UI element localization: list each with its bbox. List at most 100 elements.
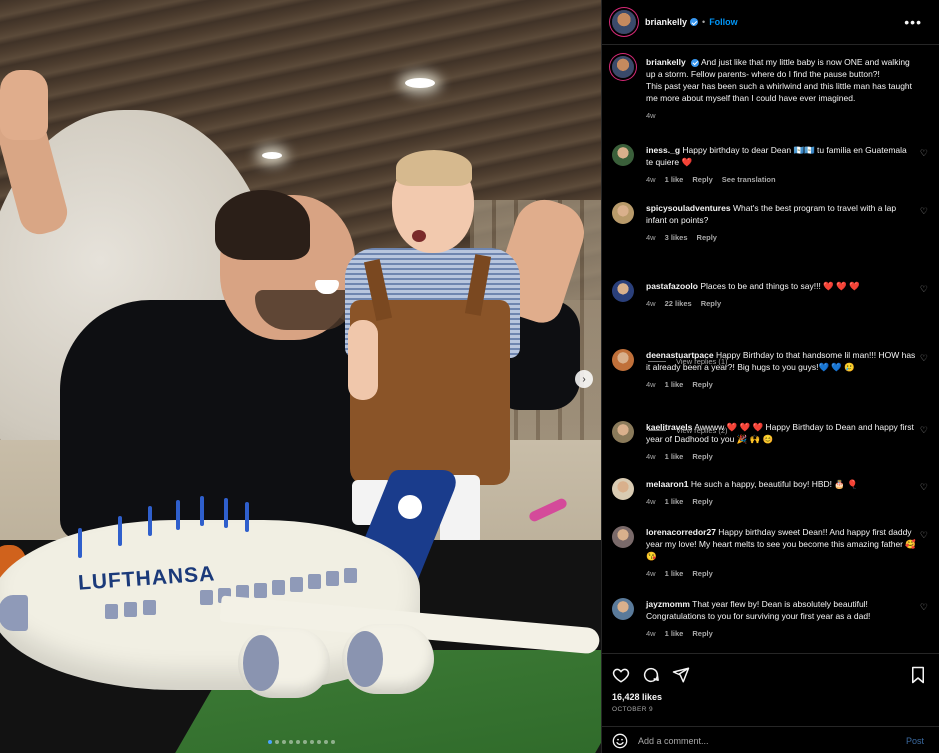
avatar[interactable] <box>612 144 634 166</box>
reply-button[interactable]: Reply <box>692 380 712 389</box>
comment-like-heart-icon[interactable]: ♡ <box>920 482 928 493</box>
separator-dot: • <box>702 17 706 27</box>
reply-button[interactable]: Reply <box>692 452 712 461</box>
header-username[interactable]: briankelly <box>645 17 687 27</box>
comment-body: deenastuartpace Happy Birthday to that h… <box>646 349 916 391</box>
comment-input[interactable] <box>638 735 888 746</box>
carousel-dot <box>275 740 279 744</box>
comment-like-heart-icon[interactable]: ♡ <box>920 602 928 613</box>
engine-intake <box>347 631 383 687</box>
comment-username[interactable]: melaaron1 <box>646 479 689 489</box>
caption-meta: 4w <box>646 110 916 122</box>
comment-likes[interactable]: 1 like <box>665 569 684 578</box>
verified-badge-icon <box>691 58 700 67</box>
baby-mouth <box>412 230 426 242</box>
avatar[interactable] <box>612 526 634 548</box>
comment-username[interactable]: jayzmomm <box>646 599 690 609</box>
comment-row: deenastuartpace Happy Birthday to that h… <box>612 349 932 391</box>
comment-likes[interactable]: 1 like <box>665 380 684 389</box>
caption-text: And just like that my little baby is now… <box>646 57 913 103</box>
comment-like-heart-icon[interactable]: ♡ <box>920 353 928 364</box>
likes-count[interactable]: 16,428 likes <box>612 692 662 702</box>
avatar[interactable] <box>612 598 634 620</box>
comment-body: pastafazoolo Places to be and things to … <box>646 280 916 310</box>
comment-time: 4w <box>646 175 656 184</box>
reply-button[interactable]: Reply <box>692 175 712 184</box>
comment-icon[interactable] <box>642 666 660 684</box>
comment-row: melaaron1 He such a happy, beautiful boy… <box>612 478 932 508</box>
comment-meta: 4w 3 likes Reply <box>646 232 916 244</box>
comment-text: Happy birthday to dear Dean 🇬🇹🇬🇹 tu fami… <box>646 145 907 167</box>
avatar[interactable] <box>612 56 634 78</box>
comment-body: melaaron1 He such a happy, beautiful boy… <box>646 478 916 508</box>
comment-like-heart-icon[interactable]: ♡ <box>920 206 928 217</box>
comment-username[interactable]: spicysouladventures <box>646 203 731 213</box>
more-options-icon[interactable]: ••• <box>904 14 922 30</box>
candle <box>78 528 82 558</box>
carousel-dot <box>296 740 300 744</box>
follow-button[interactable]: Follow <box>709 17 738 27</box>
man-hair <box>215 190 310 260</box>
comment-likes[interactable]: 3 likes <box>665 233 688 242</box>
ceiling-light <box>262 152 282 159</box>
reply-button[interactable]: Reply <box>697 233 717 242</box>
carousel-dots <box>268 740 335 744</box>
carousel-dot <box>317 740 321 744</box>
avatar[interactable] <box>612 280 634 302</box>
cake-window <box>308 574 321 589</box>
comment-like-heart-icon[interactable]: ♡ <box>920 284 928 295</box>
share-icon[interactable] <box>672 666 690 684</box>
candle <box>224 498 228 528</box>
add-comment-bar: Post <box>602 726 939 753</box>
reply-button[interactable]: Reply <box>692 629 712 638</box>
avatar[interactable] <box>612 349 634 371</box>
caption-time: 4w <box>646 111 656 120</box>
reply-button[interactable]: Reply <box>692 569 712 578</box>
avatar[interactable] <box>612 202 634 224</box>
post-actions: 16,428 likes OCTOBER 9 Post <box>602 653 939 753</box>
post-header: briankelly • Follow ••• <box>602 0 939 45</box>
candle <box>148 506 152 536</box>
see-translation-button[interactable]: See translation <box>722 175 776 184</box>
caption: briankelly And just like that my little … <box>612 56 932 122</box>
cake-window <box>143 600 156 615</box>
comment-like-heart-icon[interactable]: ♡ <box>920 530 928 541</box>
comment-time: 4w <box>646 380 656 389</box>
caption-username[interactable]: briankelly <box>646 57 686 67</box>
comment-likes[interactable]: 1 like <box>665 629 684 638</box>
avatar[interactable] <box>612 478 634 500</box>
reply-button[interactable]: Reply <box>692 497 712 506</box>
comment-like-heart-icon[interactable]: ♡ <box>920 148 928 159</box>
comment-username[interactable]: iness._g <box>646 145 680 155</box>
bookmark-icon[interactable] <box>910 666 926 684</box>
carousel-dot <box>310 740 314 744</box>
comment-likes[interactable]: 22 likes <box>665 299 692 308</box>
post-button[interactable]: Post <box>906 736 924 746</box>
avatar[interactable] <box>612 421 634 443</box>
heart-icon[interactable] <box>612 666 630 684</box>
comment-username[interactable]: lorenacorredor27 <box>646 527 716 537</box>
emoji-icon[interactable] <box>612 733 628 749</box>
comment-likes[interactable]: 1 like <box>665 175 684 184</box>
comments-list[interactable]: briankelly And just like that my little … <box>602 46 939 653</box>
view-replies-button[interactable]: View replies (2) <box>648 426 728 435</box>
view-replies-button[interactable]: View replies (1) <box>648 357 728 366</box>
comment-like-heart-icon[interactable]: ♡ <box>920 425 928 436</box>
baby-hair <box>396 150 472 186</box>
post-photo[interactable]: LUFTHANSA › <box>0 0 601 753</box>
comment-likes[interactable]: 1 like <box>665 497 684 506</box>
comment-likes[interactable]: 1 like <box>665 452 684 461</box>
cake-window <box>200 590 213 605</box>
comment-username[interactable]: pastafazoolo <box>646 281 698 291</box>
cake-window <box>124 602 137 617</box>
comment-meta: 4w 1 like Reply <box>646 496 916 508</box>
comment-body: iness._g Happy birthday to dear Dean 🇬🇹🇬… <box>646 144 916 186</box>
comment-row: lorenacorredor27 Happy birthday sweet De… <box>612 526 932 580</box>
comment-row: spicysouladventures What's the best prog… <box>612 202 932 244</box>
avatar[interactable] <box>612 10 636 34</box>
reply-button[interactable]: Reply <box>701 299 721 308</box>
comment-row: iness._g Happy birthday to dear Dean 🇬🇹🇬… <box>612 144 932 186</box>
next-slide-button[interactable]: › <box>575 370 593 388</box>
candle <box>200 496 204 526</box>
comment-meta: 4w 1 like Reply <box>646 568 916 580</box>
